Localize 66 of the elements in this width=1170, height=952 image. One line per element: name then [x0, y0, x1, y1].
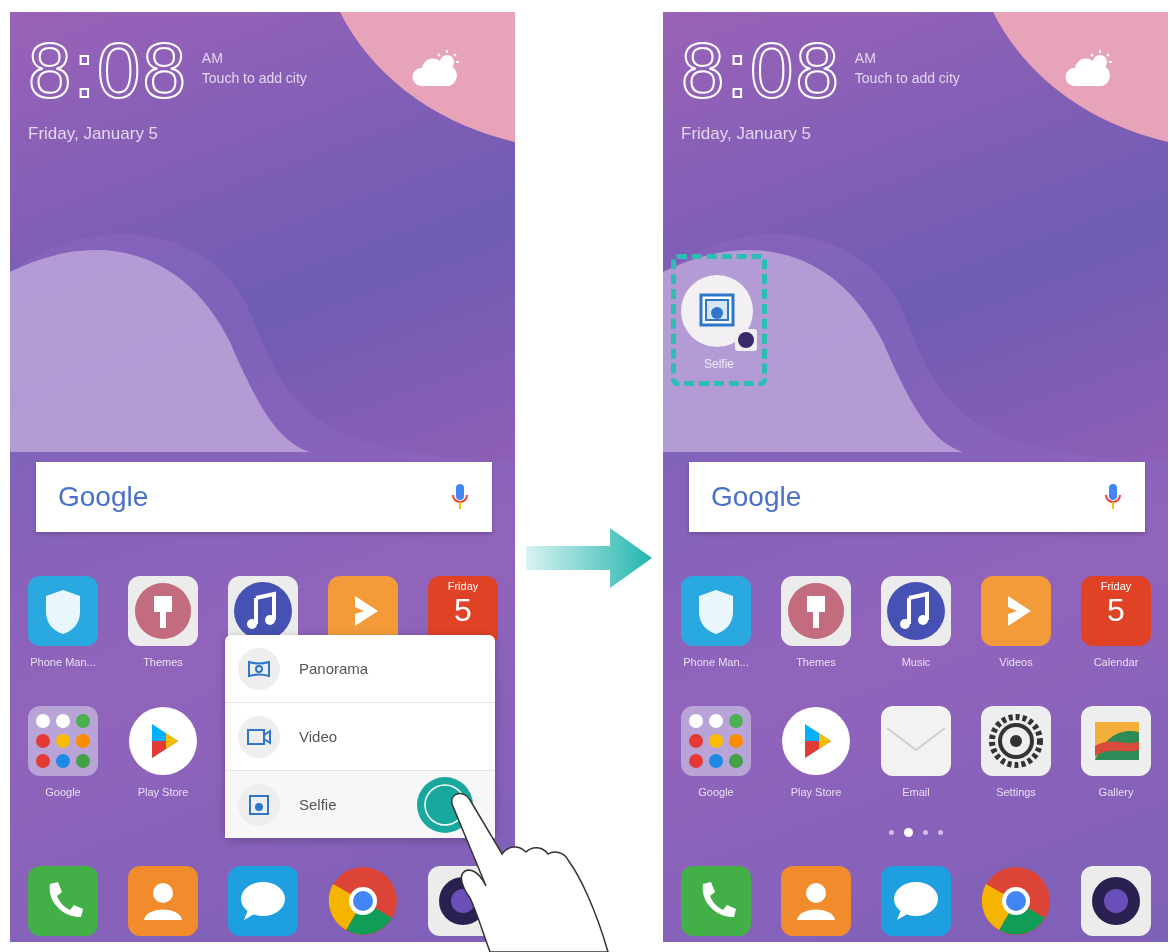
camera-lens-icon[interactable]: [1081, 866, 1151, 936]
app-folder-icon[interactable]: [28, 706, 98, 776]
microphone-icon[interactable]: [450, 482, 470, 512]
am-pm-text: AM: [201, 50, 224, 66]
selfie-frame-icon: [237, 782, 281, 827]
app-label: Google: [698, 786, 734, 798]
search-logo-text: Google: [58, 481, 149, 513]
shortcut-label: Panorama: [299, 660, 369, 677]
chat-bubble-icon[interactable]: [881, 866, 951, 936]
app-label: Calendar: [1093, 656, 1139, 668]
shortcut-item[interactable]: Selfie: [225, 770, 495, 838]
paintbrush-icon[interactable]: [128, 576, 198, 646]
shortcut-label: Selfie: [704, 357, 734, 371]
envelope-icon[interactable]: [881, 706, 951, 776]
search-logo-text: Google: [711, 481, 802, 513]
phone-icon[interactable]: [28, 866, 98, 936]
app-label: Settings: [996, 786, 1036, 798]
app-label: Email: [902, 786, 930, 798]
page-dot[interactable]: [888, 829, 894, 835]
calendar-date: 5: [1107, 592, 1125, 628]
phone-icon[interactable]: [681, 866, 751, 936]
gear-icon[interactable]: [981, 706, 1051, 776]
calendar-icon[interactable]: Friday 5: [1081, 576, 1151, 646]
am-pm-text: AM: [854, 50, 877, 66]
selfie-shortcut-icon[interactable]: [679, 273, 759, 353]
app-label: Themes: [796, 656, 836, 668]
calendar-date: 5: [454, 592, 472, 628]
app-label: Gallery: [1098, 786, 1134, 798]
app-label: Themes: [143, 656, 183, 668]
app-label: Google: [45, 786, 81, 798]
date-text: Friday, January 5: [28, 124, 160, 144]
person-icon[interactable]: [781, 866, 851, 936]
photo-icon[interactable]: [1081, 706, 1151, 776]
add-city-hint[interactable]: Touch to add city: [854, 70, 960, 86]
search-bar[interactable]: Google: [36, 462, 492, 532]
video-camera-icon: [237, 714, 281, 759]
paintbrush-icon[interactable]: [781, 576, 851, 646]
shortcut-label: Video: [299, 728, 338, 745]
clock-time: 8:08: [681, 30, 841, 110]
browser-logo-icon[interactable]: [981, 866, 1051, 936]
microphone-icon[interactable]: [1103, 482, 1123, 512]
calendar-day: Friday: [1100, 580, 1132, 592]
shield-icon[interactable]: [681, 576, 751, 646]
app-folder-icon[interactable]: [681, 706, 751, 776]
person-icon[interactable]: [128, 866, 198, 936]
app-label: Play Store: [790, 786, 842, 798]
clock-time: 8:08: [28, 30, 188, 110]
app-label: Music: [901, 656, 931, 668]
shortcut-label: Selfie: [299, 796, 337, 813]
date-text: Friday, January 5: [681, 124, 813, 144]
page-dot[interactable]: [937, 829, 943, 835]
panorama-icon: [237, 646, 281, 691]
calendar-day: Friday: [447, 580, 479, 592]
app-label: Play Store: [137, 786, 189, 798]
chat-bubble-icon[interactable]: [228, 866, 298, 936]
search-bar[interactable]: Google: [689, 462, 1145, 532]
right-arrow-icon: [526, 528, 652, 588]
music-note-icon[interactable]: [881, 576, 951, 646]
app-label: Phone Man...: [30, 656, 96, 668]
app-label: Videos: [999, 656, 1033, 668]
app-label: Phone Man...: [683, 656, 749, 668]
browser-logo-icon[interactable]: [328, 866, 398, 936]
page-dot[interactable]: [903, 827, 913, 837]
page-dot[interactable]: [922, 829, 928, 835]
shield-icon[interactable]: [28, 576, 98, 646]
add-city-hint[interactable]: Touch to add city: [201, 70, 307, 86]
